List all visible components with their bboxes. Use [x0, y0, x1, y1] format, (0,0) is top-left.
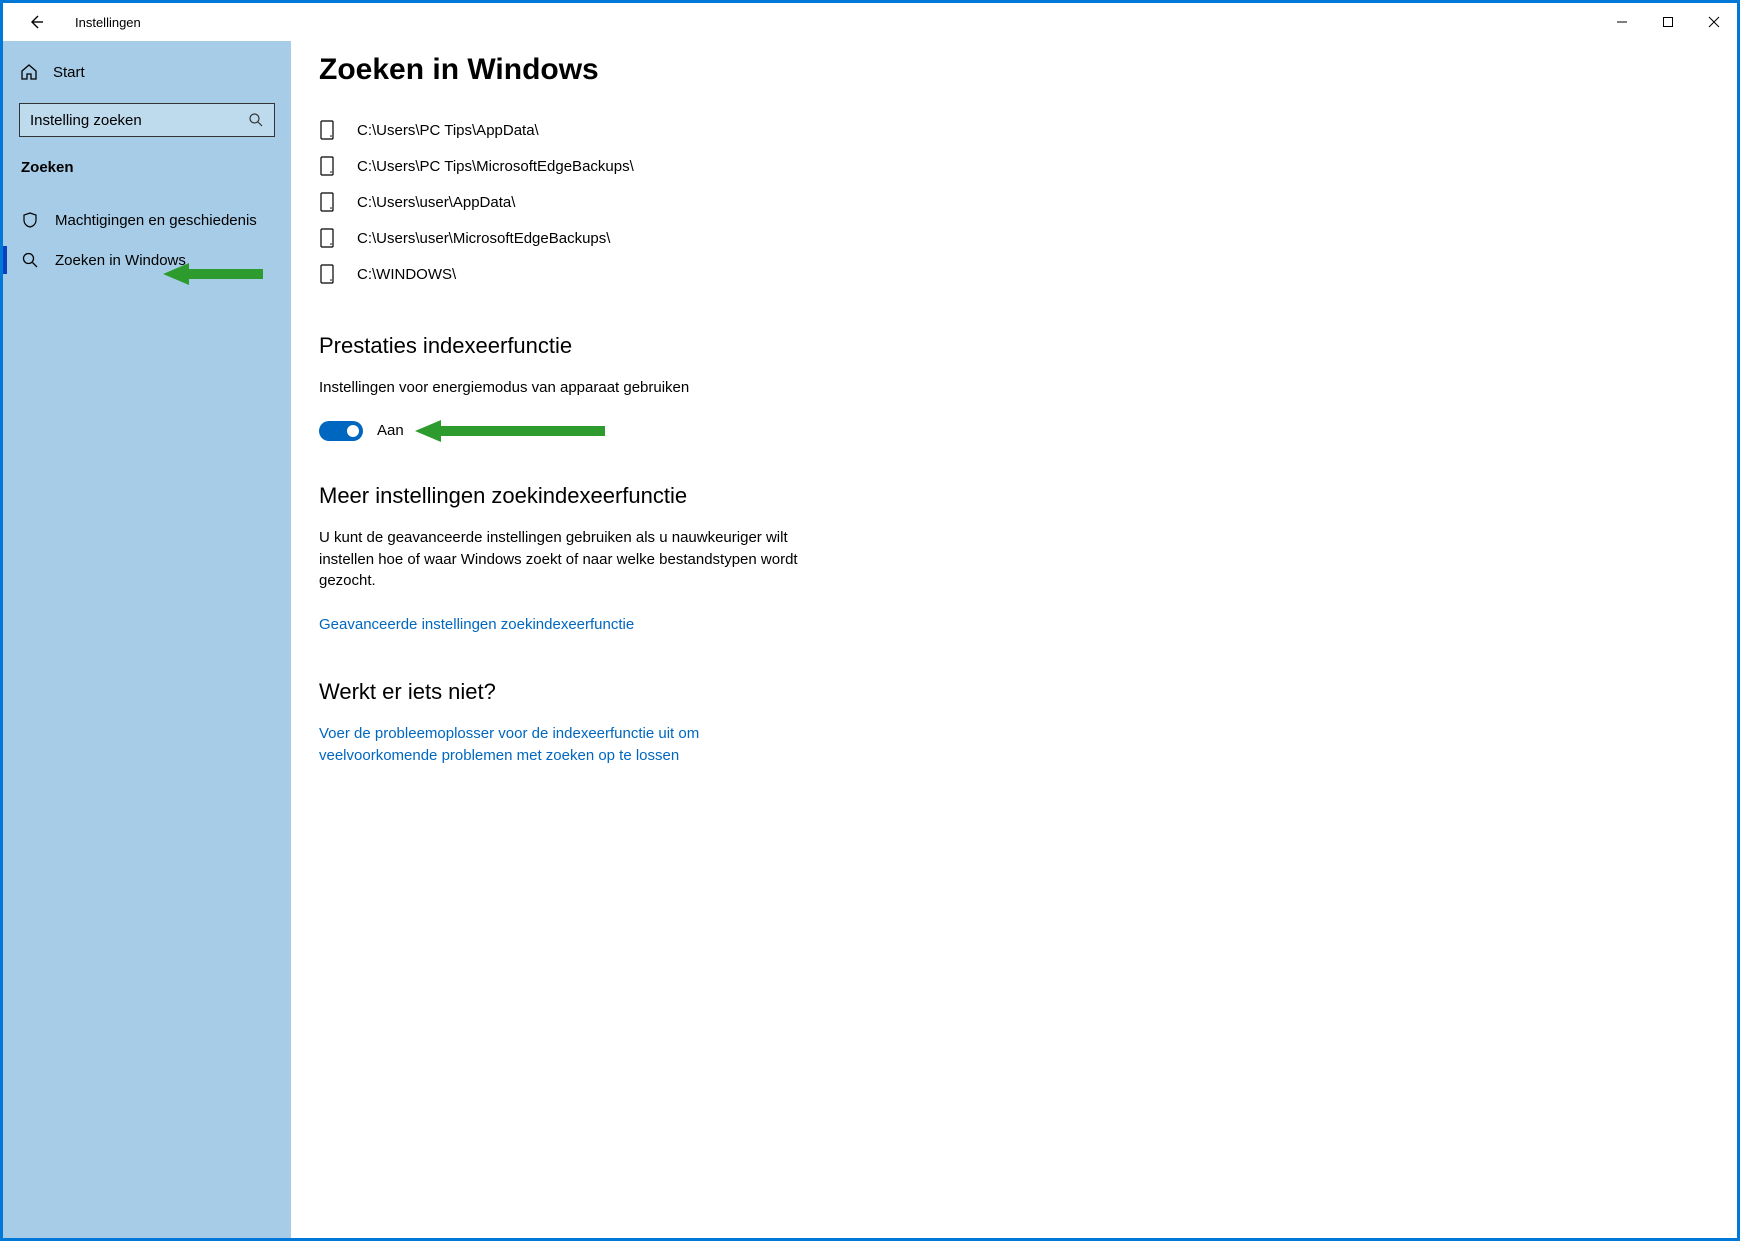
section-title-performance: Prestaties indexeerfunctie	[319, 333, 1697, 359]
window-controls	[1599, 3, 1737, 41]
maximize-button[interactable]	[1645, 3, 1691, 41]
excluded-folder-item[interactable]: C:\Users\PC Tips\MicrosoftEdgeBackups\	[319, 149, 1697, 183]
settings-window: Instellingen Start Zoeken	[3, 3, 1737, 1238]
excluded-folder-item[interactable]: C:\WINDOWS\	[319, 257, 1697, 291]
annotation-arrow-toggle	[415, 418, 605, 444]
sidebar-item-searching-windows[interactable]: Zoeken in Windows	[19, 240, 275, 280]
close-button[interactable]	[1691, 3, 1737, 41]
folder-path: C:\Users\user\AppData\	[357, 194, 515, 211]
content-area: Start Zoeken Machtigingen en geschiedeni…	[3, 41, 1737, 1238]
maximize-icon	[1662, 16, 1674, 28]
titlebar: Instellingen	[3, 3, 1737, 41]
folder-path: C:\WINDOWS\	[357, 266, 456, 283]
sidebar-home-label: Start	[53, 64, 85, 81]
search-icon	[248, 112, 264, 128]
excluded-folders-list: C:\Users\PC Tips\AppData\ C:\Users\PC Ti…	[319, 113, 1697, 291]
drive-icon	[319, 264, 337, 284]
drive-icon	[319, 120, 337, 140]
main-panel: Zoeken in Windows C:\Users\PC Tips\AppDa…	[291, 41, 1737, 1238]
sidebar-category: Zoeken	[19, 159, 275, 176]
excluded-folder-item[interactable]: C:\Users\user\MicrosoftEdgeBackups\	[319, 221, 1697, 255]
sidebar: Start Zoeken Machtigingen en geschiedeni…	[3, 41, 291, 1238]
section-title-troubleshoot: Werkt er iets niet?	[319, 679, 1697, 705]
troubleshooter-link[interactable]: Voer de probleemoplosser voor de indexee…	[319, 723, 749, 768]
folder-path: C:\Users\PC Tips\MicrosoftEdgeBackups\	[357, 158, 634, 175]
minimize-icon	[1616, 16, 1628, 28]
sidebar-item-label: Machtigingen en geschiedenis	[55, 212, 257, 229]
excluded-folder-item[interactable]: C:\Users\PC Tips\AppData\	[319, 113, 1697, 147]
arrow-left-icon	[28, 14, 44, 30]
drive-icon	[319, 156, 337, 176]
home-icon	[19, 62, 39, 82]
sidebar-item-label: Zoeken in Windows	[55, 252, 186, 269]
sidebar-search[interactable]	[19, 103, 275, 137]
window-title: Instellingen	[75, 15, 141, 30]
sidebar-home[interactable]: Start	[19, 55, 275, 89]
advanced-indexer-link[interactable]: Geavanceerde instellingen zoekindexeerfu…	[319, 614, 749, 637]
minimize-button[interactable]	[1599, 3, 1645, 41]
folder-path: C:\Users\PC Tips\AppData\	[357, 122, 539, 139]
back-button[interactable]	[21, 7, 51, 37]
section-title-more: Meer instellingen zoekindexeerfunctie	[319, 483, 1697, 509]
folder-path: C:\Users\user\MicrosoftEdgeBackups\	[357, 230, 610, 247]
section-desc-performance: Instellingen voor energiemodus van appar…	[319, 377, 839, 399]
toggle-state-label: Aan	[377, 422, 404, 439]
close-icon	[1708, 16, 1720, 28]
excluded-folder-item[interactable]: C:\Users\user\AppData\	[319, 185, 1697, 219]
magnifier-icon	[21, 251, 39, 269]
page-title: Zoeken in Windows	[319, 53, 1697, 87]
toggle-knob	[347, 425, 359, 437]
sidebar-item-permissions[interactable]: Machtigingen en geschiedenis	[19, 200, 275, 240]
power-mode-toggle-row: Aan	[319, 421, 1697, 441]
shield-icon	[21, 211, 39, 229]
drive-icon	[319, 228, 337, 248]
drive-icon	[319, 192, 337, 212]
section-desc-more: U kunt de geavanceerde instellingen gebr…	[319, 527, 839, 592]
search-input[interactable]	[30, 112, 248, 129]
power-mode-toggle[interactable]	[319, 421, 363, 441]
